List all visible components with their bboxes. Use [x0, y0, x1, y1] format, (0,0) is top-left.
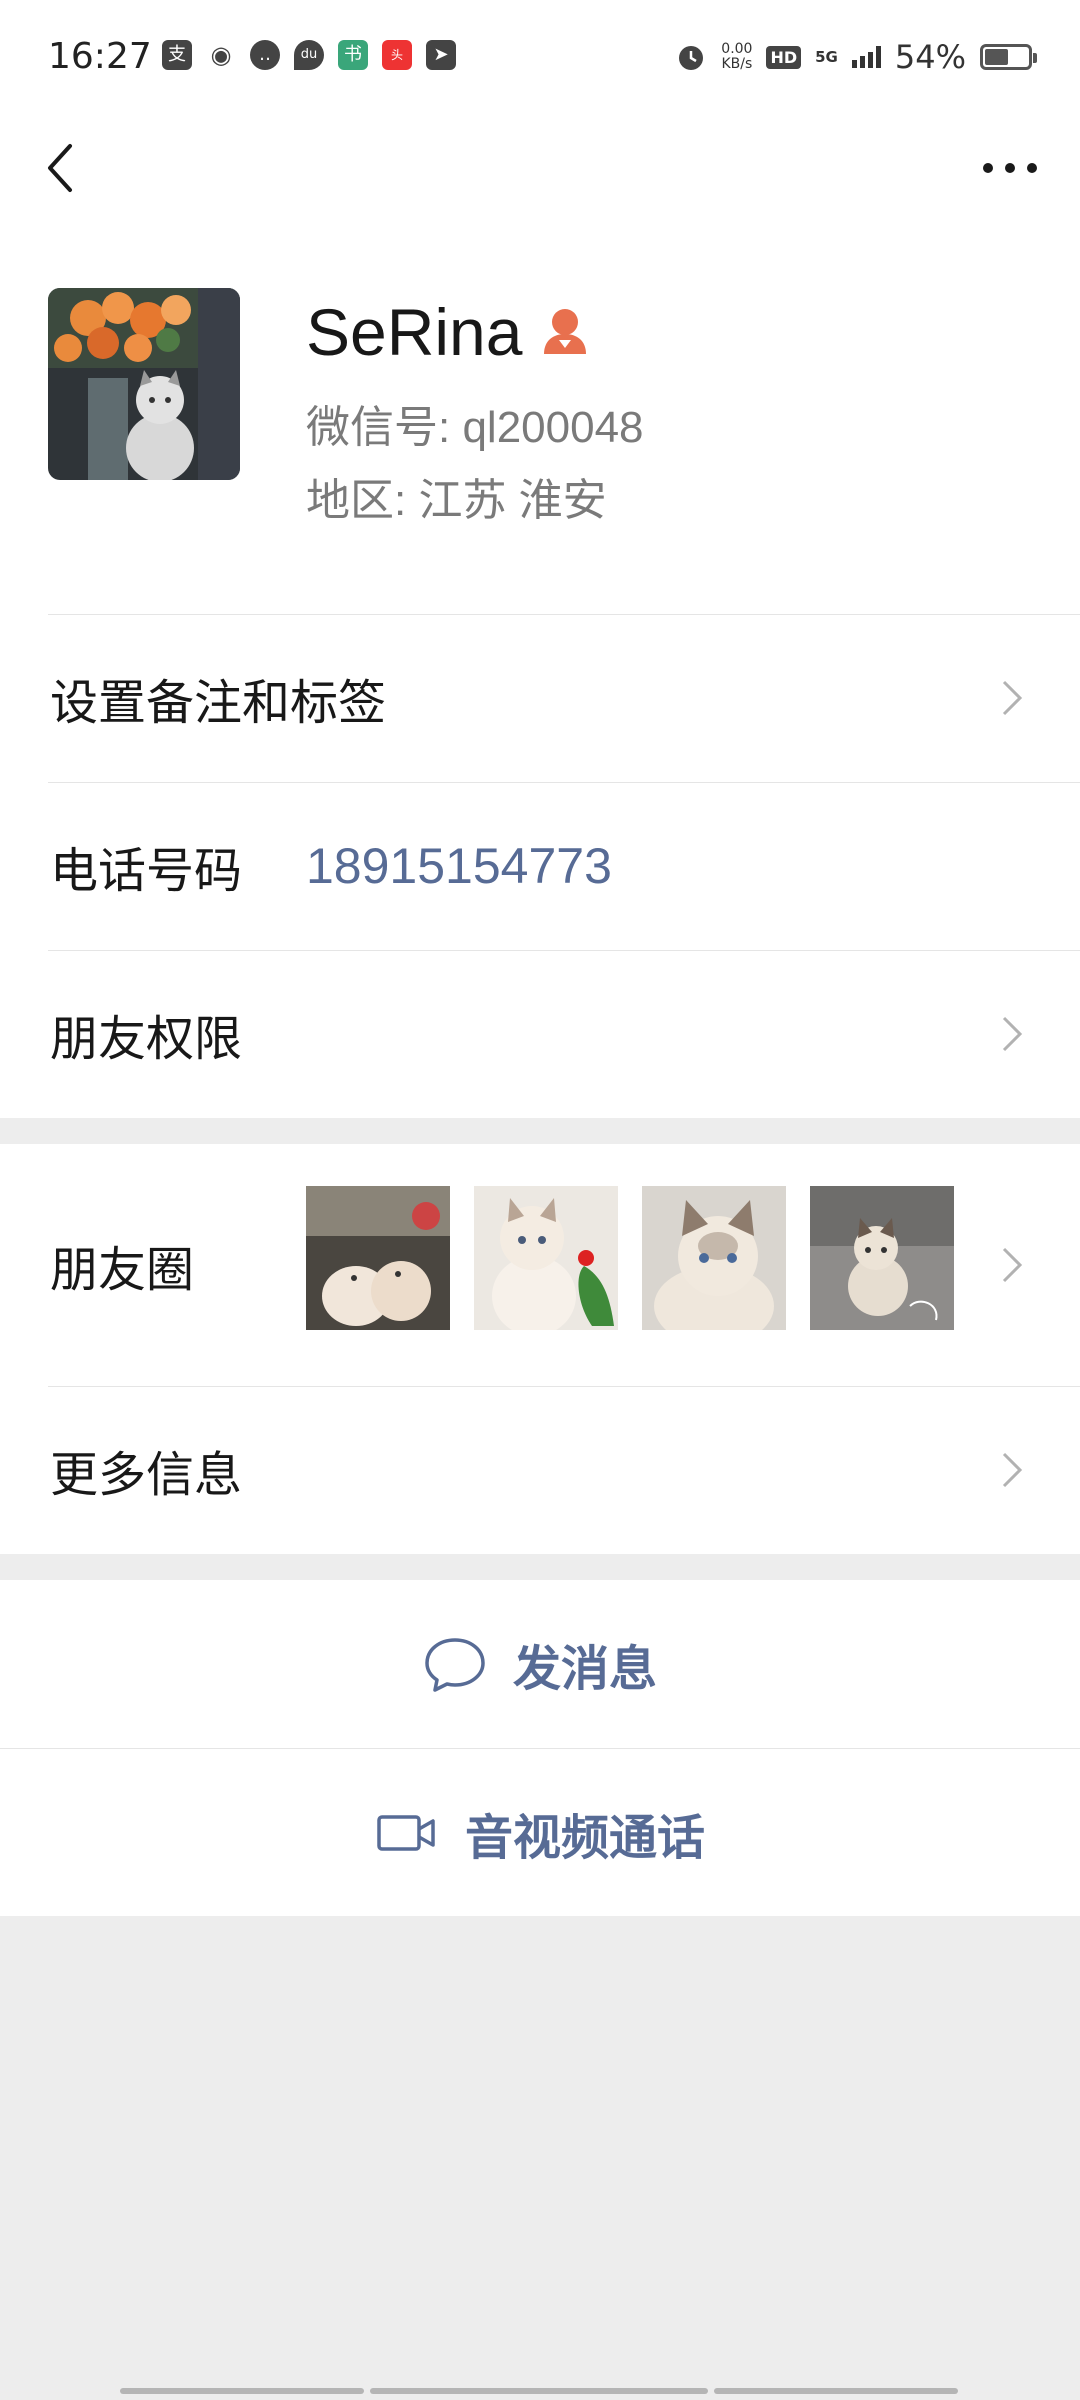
phone-number-link[interactable]: 18915154773 [306, 837, 612, 895]
region: 地区: 江苏 淮安 [306, 476, 607, 525]
video-call-label: 音视频通话 [464, 1809, 705, 1866]
status-bar: 16:27 支 ◉ ‥ du 书 头 ➤ 0.00 KB/s HD 5G 54% [0, 0, 1080, 116]
battery-percent: 54% [894, 38, 966, 76]
video-camera-icon [377, 1814, 435, 1851]
notification-icons: 支 ◉ ‥ du 书 头 ➤ [162, 40, 456, 70]
status-time: 16:27 [48, 36, 152, 77]
chevron-right-icon [1002, 680, 1023, 716]
net-speed: 0.00 KB/s [721, 42, 752, 72]
moments-thumbnails [306, 1186, 954, 1330]
moments-thumbnail [642, 1186, 786, 1330]
chat-icon: ‥ [250, 40, 280, 70]
moments-row[interactable]: 朋友圈 [0, 1144, 1080, 1386]
du-map-icon: du [294, 40, 324, 70]
video-call-button[interactable]: 音视频通话 [0, 1748, 1080, 1916]
friend-permissions-row[interactable]: 朋友权限 [0, 950, 1080, 1118]
set-remark-label: 设置备注和标签 [50, 675, 387, 731]
toutiao-icon: 头 [382, 40, 412, 70]
alarm-icon [679, 46, 704, 70]
app-icon: 书 [338, 40, 368, 70]
avatar[interactable] [48, 288, 240, 480]
home-indicator[interactable] [120, 2388, 960, 2394]
more-dots-icon[interactable] [970, 138, 1050, 198]
chevron-right-icon [1002, 1452, 1023, 1488]
moments-thumbnail [306, 1186, 450, 1330]
friend-permissions-label: 朋友权限 [50, 1011, 243, 1067]
wechat-id: 微信号: ql200048 [306, 403, 644, 452]
battery-icon [980, 44, 1037, 70]
divider [48, 782, 1080, 783]
moments-thumbnail [474, 1186, 618, 1330]
moments-label: 朋友圈 [50, 1242, 195, 1298]
profile-header: SeRina 微信号: ql200048 地区: 江苏 淮安 [0, 226, 1080, 614]
chat-bubble-icon [425, 1638, 485, 1692]
phone-label: 电话号码 [50, 843, 243, 899]
phone-row: 电话号码 18915154773 [0, 782, 1080, 950]
send-message-label: 发消息 [512, 1641, 657, 1697]
divider [48, 614, 1080, 615]
more-info-label: 更多信息 [50, 1447, 243, 1503]
hd-badge: HD [766, 45, 802, 69]
chevron-right-icon [1002, 1016, 1023, 1052]
female-gender-icon [544, 309, 586, 354]
status-indicators: 0.00 KB/s HD 5G 54% [675, 38, 1037, 76]
net-speed-unit: KB/s [721, 56, 753, 72]
signal-icon [851, 46, 881, 68]
moments-thumbnail [810, 1186, 954, 1330]
nav-bar [0, 116, 1080, 226]
divider [48, 950, 1080, 951]
chevron-right-icon [1002, 1247, 1023, 1283]
alipay-icon: 支 [162, 40, 192, 70]
net-speed-value: 0.00 [721, 41, 753, 57]
set-remark-row[interactable]: 设置备注和标签 [0, 614, 1080, 782]
divider [48, 1386, 1080, 1387]
profile-name: SeRina [306, 295, 523, 369]
weibo-icon: ◉ [210, 41, 232, 69]
send-message-button[interactable]: 发消息 [0, 1580, 1080, 1748]
more-info-row[interactable]: 更多信息 [0, 1386, 1080, 1554]
telegram-icon: ➤ [426, 40, 456, 70]
battery-fill [985, 49, 1008, 65]
back-arrow-icon[interactable] [36, 138, 96, 198]
network-type: 5G [815, 48, 838, 66]
